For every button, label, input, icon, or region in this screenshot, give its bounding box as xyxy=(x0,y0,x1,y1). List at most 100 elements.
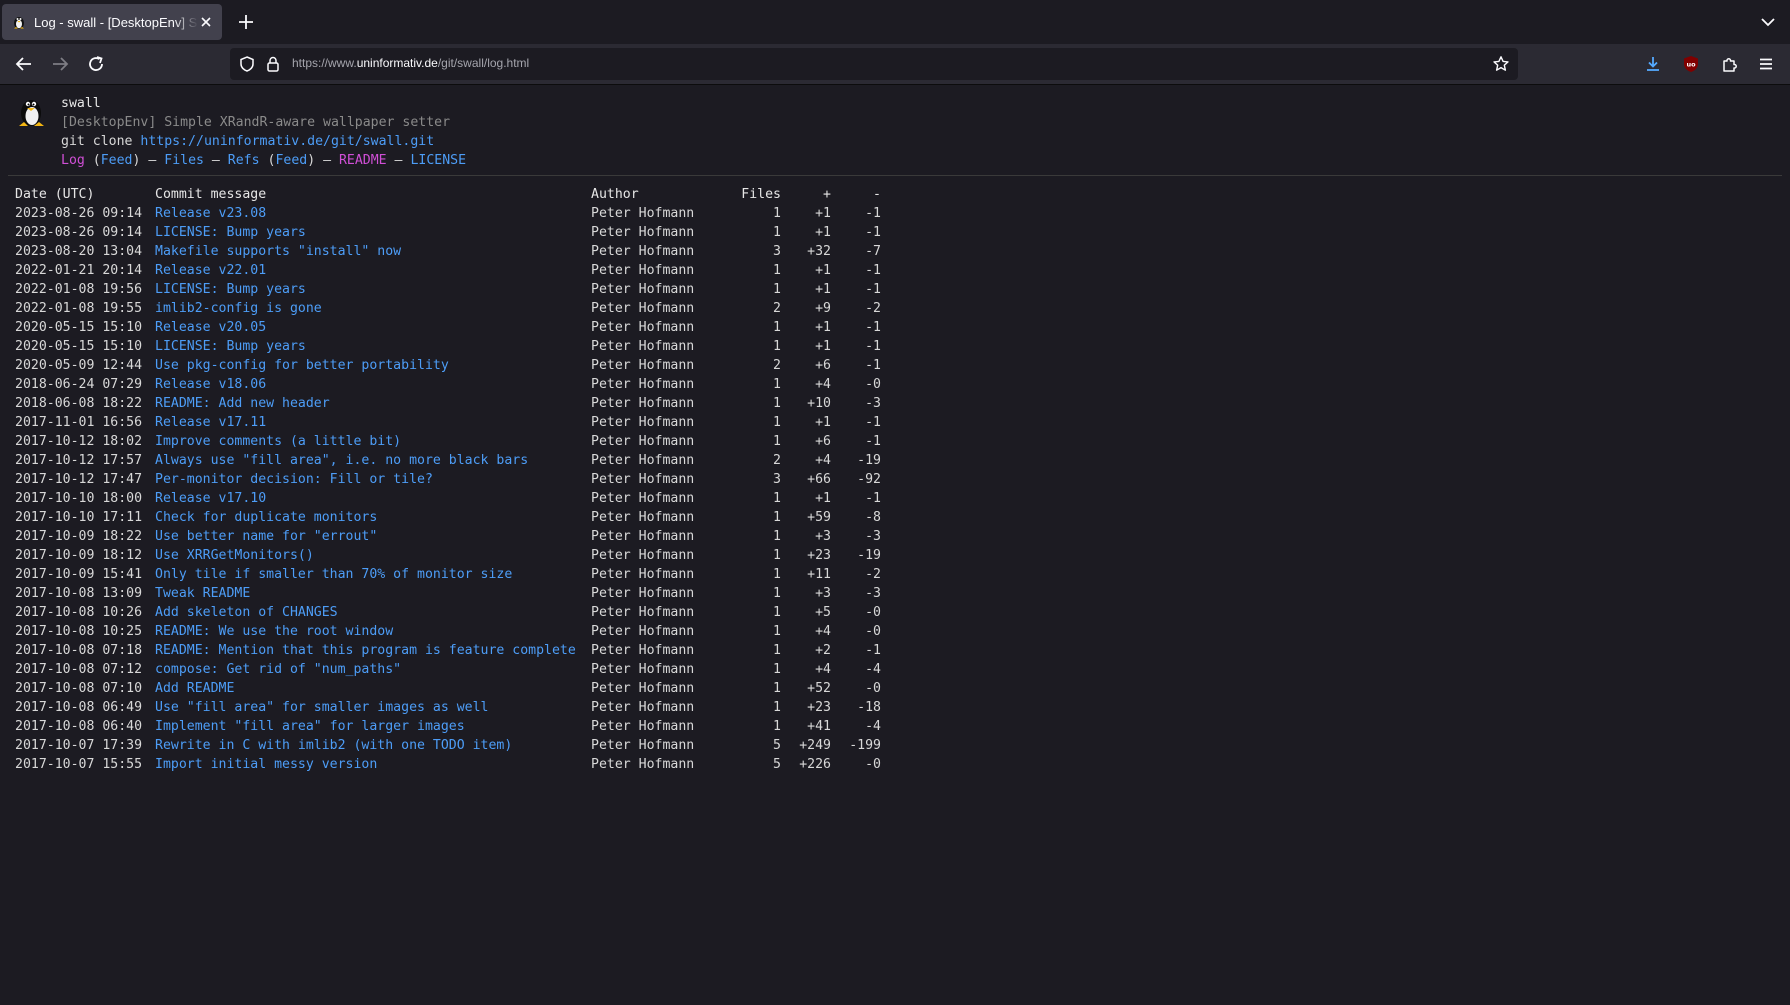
commit-files-count-cell: 1 xyxy=(773,662,781,677)
clone-url-link[interactable]: https://uninformativ.de/git/swall.git xyxy=(140,134,434,149)
url-text[interactable]: https://www.uninformativ.de/git/swall/lo… xyxy=(292,56,529,70)
nav-log-feed-link[interactable]: Feed xyxy=(101,153,133,168)
commit-message-cell: README: Mention that this program is fea… xyxy=(152,641,588,660)
commit-author-cell: Peter Hofmann xyxy=(591,529,695,544)
nav-files-link[interactable]: Files xyxy=(164,153,204,168)
commit-message-link[interactable]: LICENSE: Bump years xyxy=(155,225,306,240)
commit-lines-added-cell: +226 xyxy=(799,757,831,772)
arrow-left-icon[interactable] xyxy=(10,50,38,78)
nav-readme-link[interactable]: README xyxy=(339,153,387,168)
commit-message-link[interactable]: LICENSE: Bump years xyxy=(155,282,306,297)
commit-message-link[interactable]: Use "fill area" for smaller images as we… xyxy=(155,700,488,715)
commit-message-link[interactable]: README: Add new header xyxy=(155,396,330,411)
commit-lines-added-cell: +3 xyxy=(815,586,831,601)
url-bar[interactable]: https://www.uninformativ.de/git/swall/lo… xyxy=(230,48,1518,80)
commit-message-link[interactable]: Makefile supports "install" now xyxy=(155,244,401,259)
commit-message-link[interactable]: Release v17.11 xyxy=(155,415,266,430)
plus-icon[interactable] xyxy=(234,10,258,34)
commit-lines-removed-cell: -1 xyxy=(865,491,881,506)
commit-lines-removed-cell: -8 xyxy=(865,510,881,525)
commit-files-count-cell: 1 xyxy=(773,510,781,525)
commit-message-cell: Only tile if smaller than 70% of monitor… xyxy=(152,565,588,584)
commit-message-link[interactable]: Rewrite in C with imlib2 (with one TODO … xyxy=(155,738,512,753)
commit-files-count-cell: 1 xyxy=(773,206,781,221)
commit-date-cell: 2017-10-08 07:18 xyxy=(15,643,143,658)
commit-message-link[interactable]: LICENSE: Bump years xyxy=(155,339,306,354)
commit-message-link[interactable]: Release v20.05 xyxy=(155,320,266,335)
commit-files-count-cell: 1 xyxy=(773,339,781,354)
table-row: 2017-10-08 10:26 Add skeleton of CHANGES P… xyxy=(12,603,884,622)
commit-lines-removed-cell: -0 xyxy=(865,681,881,696)
commit-message-link[interactable]: Release v23.08 xyxy=(155,206,266,221)
lock-icon[interactable] xyxy=(264,55,282,73)
commit-files-count-cell: 1 xyxy=(773,415,781,430)
commit-message-link[interactable]: README: Mention that this program is fea… xyxy=(155,643,576,658)
table-row: 2022-01-08 19:56 LICENSE: Bump years Peter… xyxy=(12,280,884,299)
table-row: 2017-10-09 18:12 Use XRRGetMonitors() Pete… xyxy=(12,546,884,565)
commit-message-link[interactable]: Tweak README xyxy=(155,586,250,601)
commit-date-cell: 2018-06-08 18:22 xyxy=(15,396,143,411)
active-tab[interactable]: Log - swall - [DesktopEnv] Simple XRandR… xyxy=(2,4,222,40)
commit-lines-removed-cell: -0 xyxy=(865,624,881,639)
download-icon[interactable] xyxy=(1639,50,1667,78)
commit-message-link[interactable]: Use XRRGetMonitors() xyxy=(155,548,314,563)
arrow-right-icon[interactable] xyxy=(46,50,74,78)
commit-lines-added-cell: +4 xyxy=(815,662,831,677)
commit-message-link[interactable]: Always use "fill area", i.e. no more bla… xyxy=(155,453,528,468)
commit-message-cell: Release v22.01 xyxy=(152,261,588,280)
commit-message-link[interactable]: Per-monitor decision: Fill or tile? xyxy=(155,472,433,487)
commit-lines-removed-cell: -3 xyxy=(865,396,881,411)
commit-message-link[interactable]: Import initial messy version xyxy=(155,757,377,772)
commit-date-cell: 2017-10-12 17:57 xyxy=(15,453,143,468)
table-row: 2017-11-01 16:56 Release v17.11 Peter Hofm… xyxy=(12,413,884,432)
commit-files-count-cell: 1 xyxy=(773,548,781,563)
commit-files-count-cell: 1 xyxy=(773,263,781,278)
commit-message-link[interactable]: Release v17.10 xyxy=(155,491,266,506)
commit-message-link[interactable]: README: We use the root window xyxy=(155,624,393,639)
header-author: Author xyxy=(591,187,639,202)
commit-lines-removed-cell: -0 xyxy=(865,605,881,620)
commit-message-link[interactable]: Improve comments (a little bit) xyxy=(155,434,401,449)
star-icon[interactable] xyxy=(1492,55,1510,73)
commit-lines-removed-cell: -18 xyxy=(857,700,881,715)
nav-log-link[interactable]: Log xyxy=(61,153,85,168)
commit-author-cell: Peter Hofmann xyxy=(591,738,695,753)
commit-lines-removed-cell: -1 xyxy=(865,225,881,240)
commit-lines-removed-cell: -199 xyxy=(849,738,881,753)
reload-icon[interactable] xyxy=(82,50,110,78)
commit-lines-added-cell: +5 xyxy=(815,605,831,620)
commit-message-link[interactable]: Use better name for "errout" xyxy=(155,529,377,544)
commit-message-link[interactable]: Use pkg-config for better portability xyxy=(155,358,449,373)
commit-message-link[interactable]: Add skeleton of CHANGES xyxy=(155,605,338,620)
commit-lines-added-cell: +41 xyxy=(807,719,831,734)
commit-message-link[interactable]: Implement "fill area" for larger images xyxy=(155,719,465,734)
commit-message-link[interactable]: Release v18.06 xyxy=(155,377,266,392)
commit-lines-removed-cell: -19 xyxy=(857,548,881,563)
commit-message-link[interactable]: Check for duplicate monitors xyxy=(155,510,377,525)
commit-message-link[interactable]: Add README xyxy=(155,681,234,696)
nav-refs-feed-link[interactable]: Feed xyxy=(275,153,307,168)
hamburger-menu-icon[interactable] xyxy=(1752,50,1780,78)
commit-files-count-cell: 3 xyxy=(773,472,781,487)
close-icon[interactable] xyxy=(198,14,214,30)
nav-license-link[interactable]: LICENSE xyxy=(410,153,466,168)
puzzle-icon[interactable] xyxy=(1716,50,1744,78)
table-row: 2017-10-09 15:41 Only tile if smaller tha… xyxy=(12,565,884,584)
chevron-down-icon[interactable] xyxy=(1758,12,1778,32)
commit-files-count-cell: 1 xyxy=(773,282,781,297)
commit-message-link[interactable]: imlib2-config is gone xyxy=(155,301,322,316)
commit-files-count-cell: 1 xyxy=(773,586,781,601)
commit-author-cell: Peter Hofmann xyxy=(591,377,695,392)
commit-message-cell: LICENSE: Bump years xyxy=(152,223,588,242)
commit-message-cell: README: We use the root window xyxy=(152,622,588,641)
commit-message-cell: Makefile supports "install" now xyxy=(152,242,588,261)
commit-message-cell: Add skeleton of CHANGES xyxy=(152,603,588,622)
ublock-icon[interactable]: uo xyxy=(1677,50,1705,78)
commit-message-link[interactable]: Release v22.01 xyxy=(155,263,266,278)
commit-lines-added-cell: +1 xyxy=(815,491,831,506)
commit-message-link[interactable]: compose: Get rid of "num_paths" xyxy=(155,662,401,677)
shield-icon[interactable] xyxy=(238,55,256,73)
commit-message-link[interactable]: Only tile if smaller than 70% of monitor… xyxy=(155,567,512,582)
nav-refs-link[interactable]: Refs xyxy=(228,153,260,168)
commit-files-count-cell: 1 xyxy=(773,624,781,639)
